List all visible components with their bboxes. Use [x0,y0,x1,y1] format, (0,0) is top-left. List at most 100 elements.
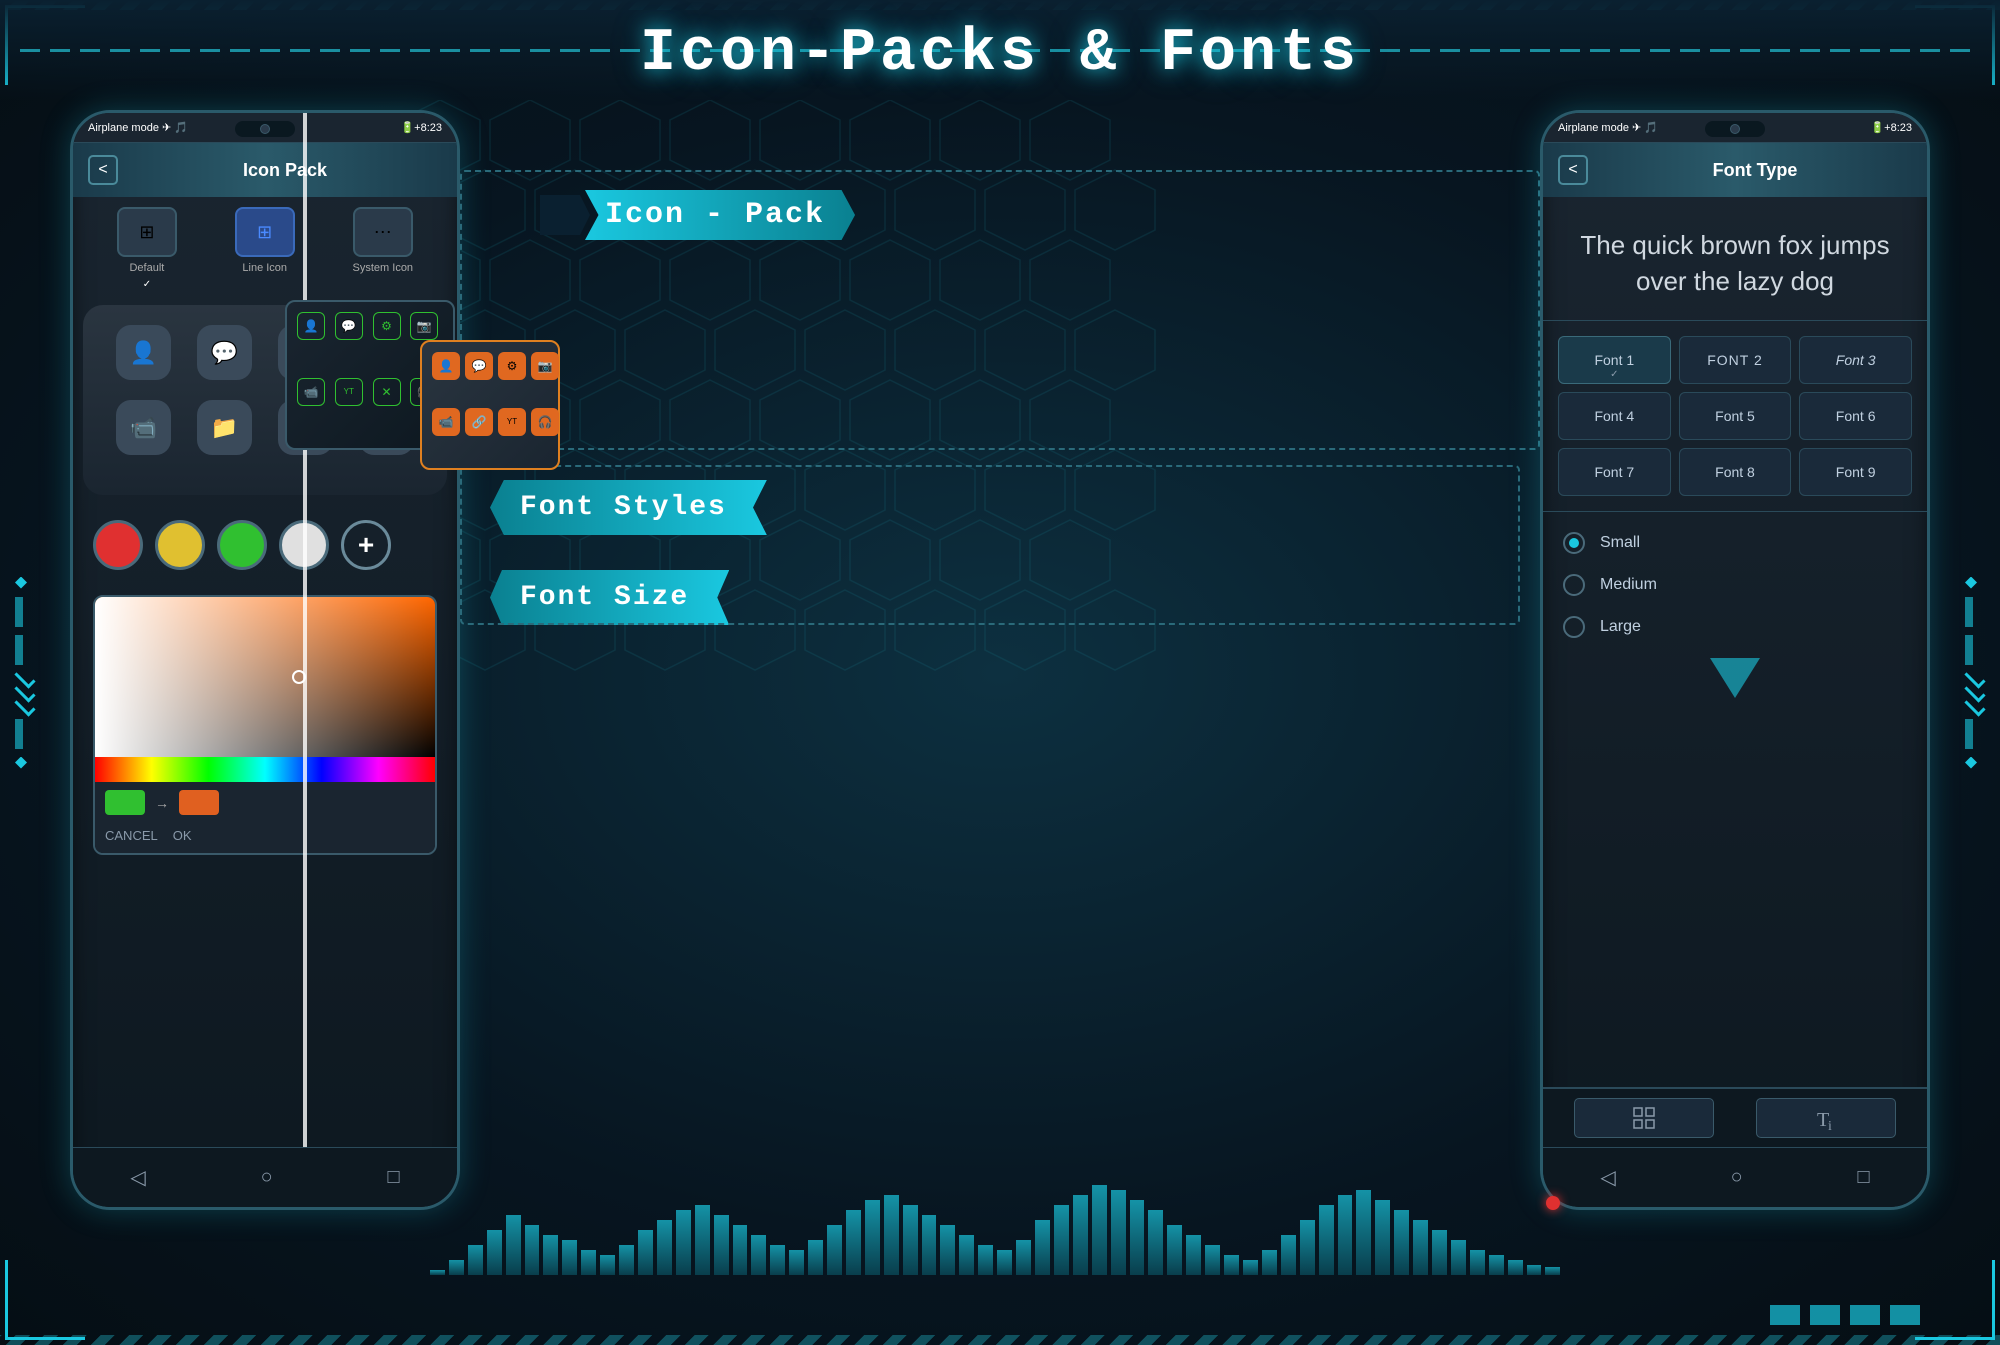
eq-bar [1281,1235,1296,1275]
color-picker[interactable]: → CANCEL OK [93,595,437,855]
status-right-text: 🔋+8:23 [400,121,442,134]
font-btn-5[interactable]: Font 5 [1679,392,1792,440]
hud-stripe-bottom [0,1335,2000,1345]
back-button-left[interactable]: < [88,155,118,185]
icon-contacts[interactable]: 👤 [116,325,171,380]
font-btn-2[interactable]: FONT 2 [1679,336,1792,384]
add-color-button[interactable]: + [341,520,391,570]
left-phone-title: Icon Pack [128,160,442,181]
icon-option-system[interactable]: ⋯ System Icon [353,207,414,290]
eq-bar [1489,1255,1504,1275]
color-gradient-area[interactable] [95,597,435,757]
mini-icon-o-settings: ⚙ [498,352,526,380]
size-medium[interactable]: Medium [1563,574,1907,596]
font-1-label: Font 1 [1594,352,1634,368]
corner-bl [5,1260,85,1340]
picker-buttons: CANCEL OK [95,823,435,853]
font-7-label: Font 7 [1594,464,1634,480]
camera-notch-right [1705,121,1765,137]
eq-bar [1262,1250,1277,1275]
radio-medium[interactable] [1563,574,1585,596]
mini-icon-o-cam: 📷 [531,352,559,380]
font-btn-1[interactable]: Font 1 ✓ [1558,336,1671,384]
eq-bar [827,1225,842,1275]
mini-icon-contacts: 👤 [297,312,325,340]
side-right-decoration [1965,577,1985,769]
nav-home-icon[interactable]: ○ [261,1166,273,1189]
mini-icon-x: ✕ [373,378,401,406]
nav-back-icon-right[interactable]: ◁ [1600,1165,1615,1190]
color-swatch-green[interactable] [217,520,267,570]
nav-recents-icon[interactable]: □ [387,1166,399,1189]
eq-bar [1527,1265,1542,1275]
mini-icon-cam: 📷 [410,312,438,340]
mini-icon-o-msg: 💬 [465,352,493,380]
eq-bar [997,1250,1012,1275]
size-small[interactable]: Small [1563,532,1907,554]
right-phone-mockup: Airplane mode ✈ 🎵 🔋+8:23 < Font Type The… [1540,110,1930,1210]
eq-bar [1470,1250,1485,1275]
svg-text:i: i [1828,1119,1832,1132]
side-dot [15,577,27,589]
icon-folder[interactable]: 📁 [197,400,252,455]
color-swatch-yellow[interactable] [155,520,205,570]
eq-bar [657,1220,672,1275]
chevrons-left [15,673,35,711]
eq-bar [638,1230,653,1275]
side-bar [15,597,23,627]
icon-video[interactable]: 📹 [116,400,171,455]
font-btn-6[interactable]: Font 6 [1799,392,1912,440]
color-to [179,790,219,815]
eq-bar [468,1245,483,1275]
eq-bar [865,1200,880,1275]
font-4-label: Font 4 [1594,408,1634,424]
icon-option-line[interactable]: ⊞ Line Icon [235,207,295,290]
ok-button[interactable]: OK [173,828,192,843]
font-btn-4[interactable]: Font 4 [1558,392,1671,440]
line-label: Line Icon [242,262,287,274]
icon-option-default[interactable]: ⊞ Default ✓ [117,207,177,290]
eq-bar [1243,1260,1258,1275]
font-btn-9[interactable]: Font 9 [1799,448,1912,496]
radio-large[interactable] [1563,616,1585,638]
toolbar-font-btn[interactable]: T i [1756,1098,1896,1138]
dashed-box-icon-pack [460,170,1540,450]
dashed-box-font [460,465,1520,625]
eq-bar [600,1255,615,1275]
color-swatch-red[interactable] [93,520,143,570]
font-8-label: Font 8 [1715,464,1755,480]
cancel-button[interactable]: CANCEL [105,828,158,843]
eq-bar [1451,1240,1466,1275]
eq-bar [1092,1185,1107,1275]
side-bar [1965,719,1973,749]
nav-recents-icon-right[interactable]: □ [1857,1166,1869,1189]
mini-icon-video2: 📹 [297,378,325,406]
eq-bar [1054,1205,1069,1275]
icon-messages[interactable]: 💬 [197,325,252,380]
hue-bar[interactable] [95,757,435,782]
eq-bar [1186,1235,1201,1275]
back-button-right[interactable]: < [1558,155,1588,185]
toolbar-icon-pack-btn[interactable] [1574,1098,1714,1138]
font-btn-3[interactable]: Font 3 [1799,336,1912,384]
system-label: System Icon [353,262,414,274]
side-left-decoration [15,577,35,769]
bottom-dot-1 [1770,1305,1800,1325]
side-bar [1965,635,1973,665]
eq-bar [978,1245,993,1275]
size-large[interactable]: Large [1563,616,1907,638]
nav-home-icon-right[interactable]: ○ [1731,1166,1743,1189]
nav-back-icon[interactable]: ◁ [130,1165,145,1190]
eq-bar [808,1240,823,1275]
radio-small[interactable] [1563,532,1585,554]
eq-bar [922,1215,937,1275]
eq-bar [789,1250,804,1275]
font-btn-7[interactable]: Font 7 [1558,448,1671,496]
eq-bar [940,1225,955,1275]
size-large-label: Large [1600,618,1641,636]
bottom-indicator-dots [1770,1305,1920,1325]
default-label: Default [129,262,164,274]
size-medium-label: Medium [1600,576,1657,594]
font-btn-8[interactable]: Font 8 [1679,448,1792,496]
eq-bar [1338,1195,1353,1275]
